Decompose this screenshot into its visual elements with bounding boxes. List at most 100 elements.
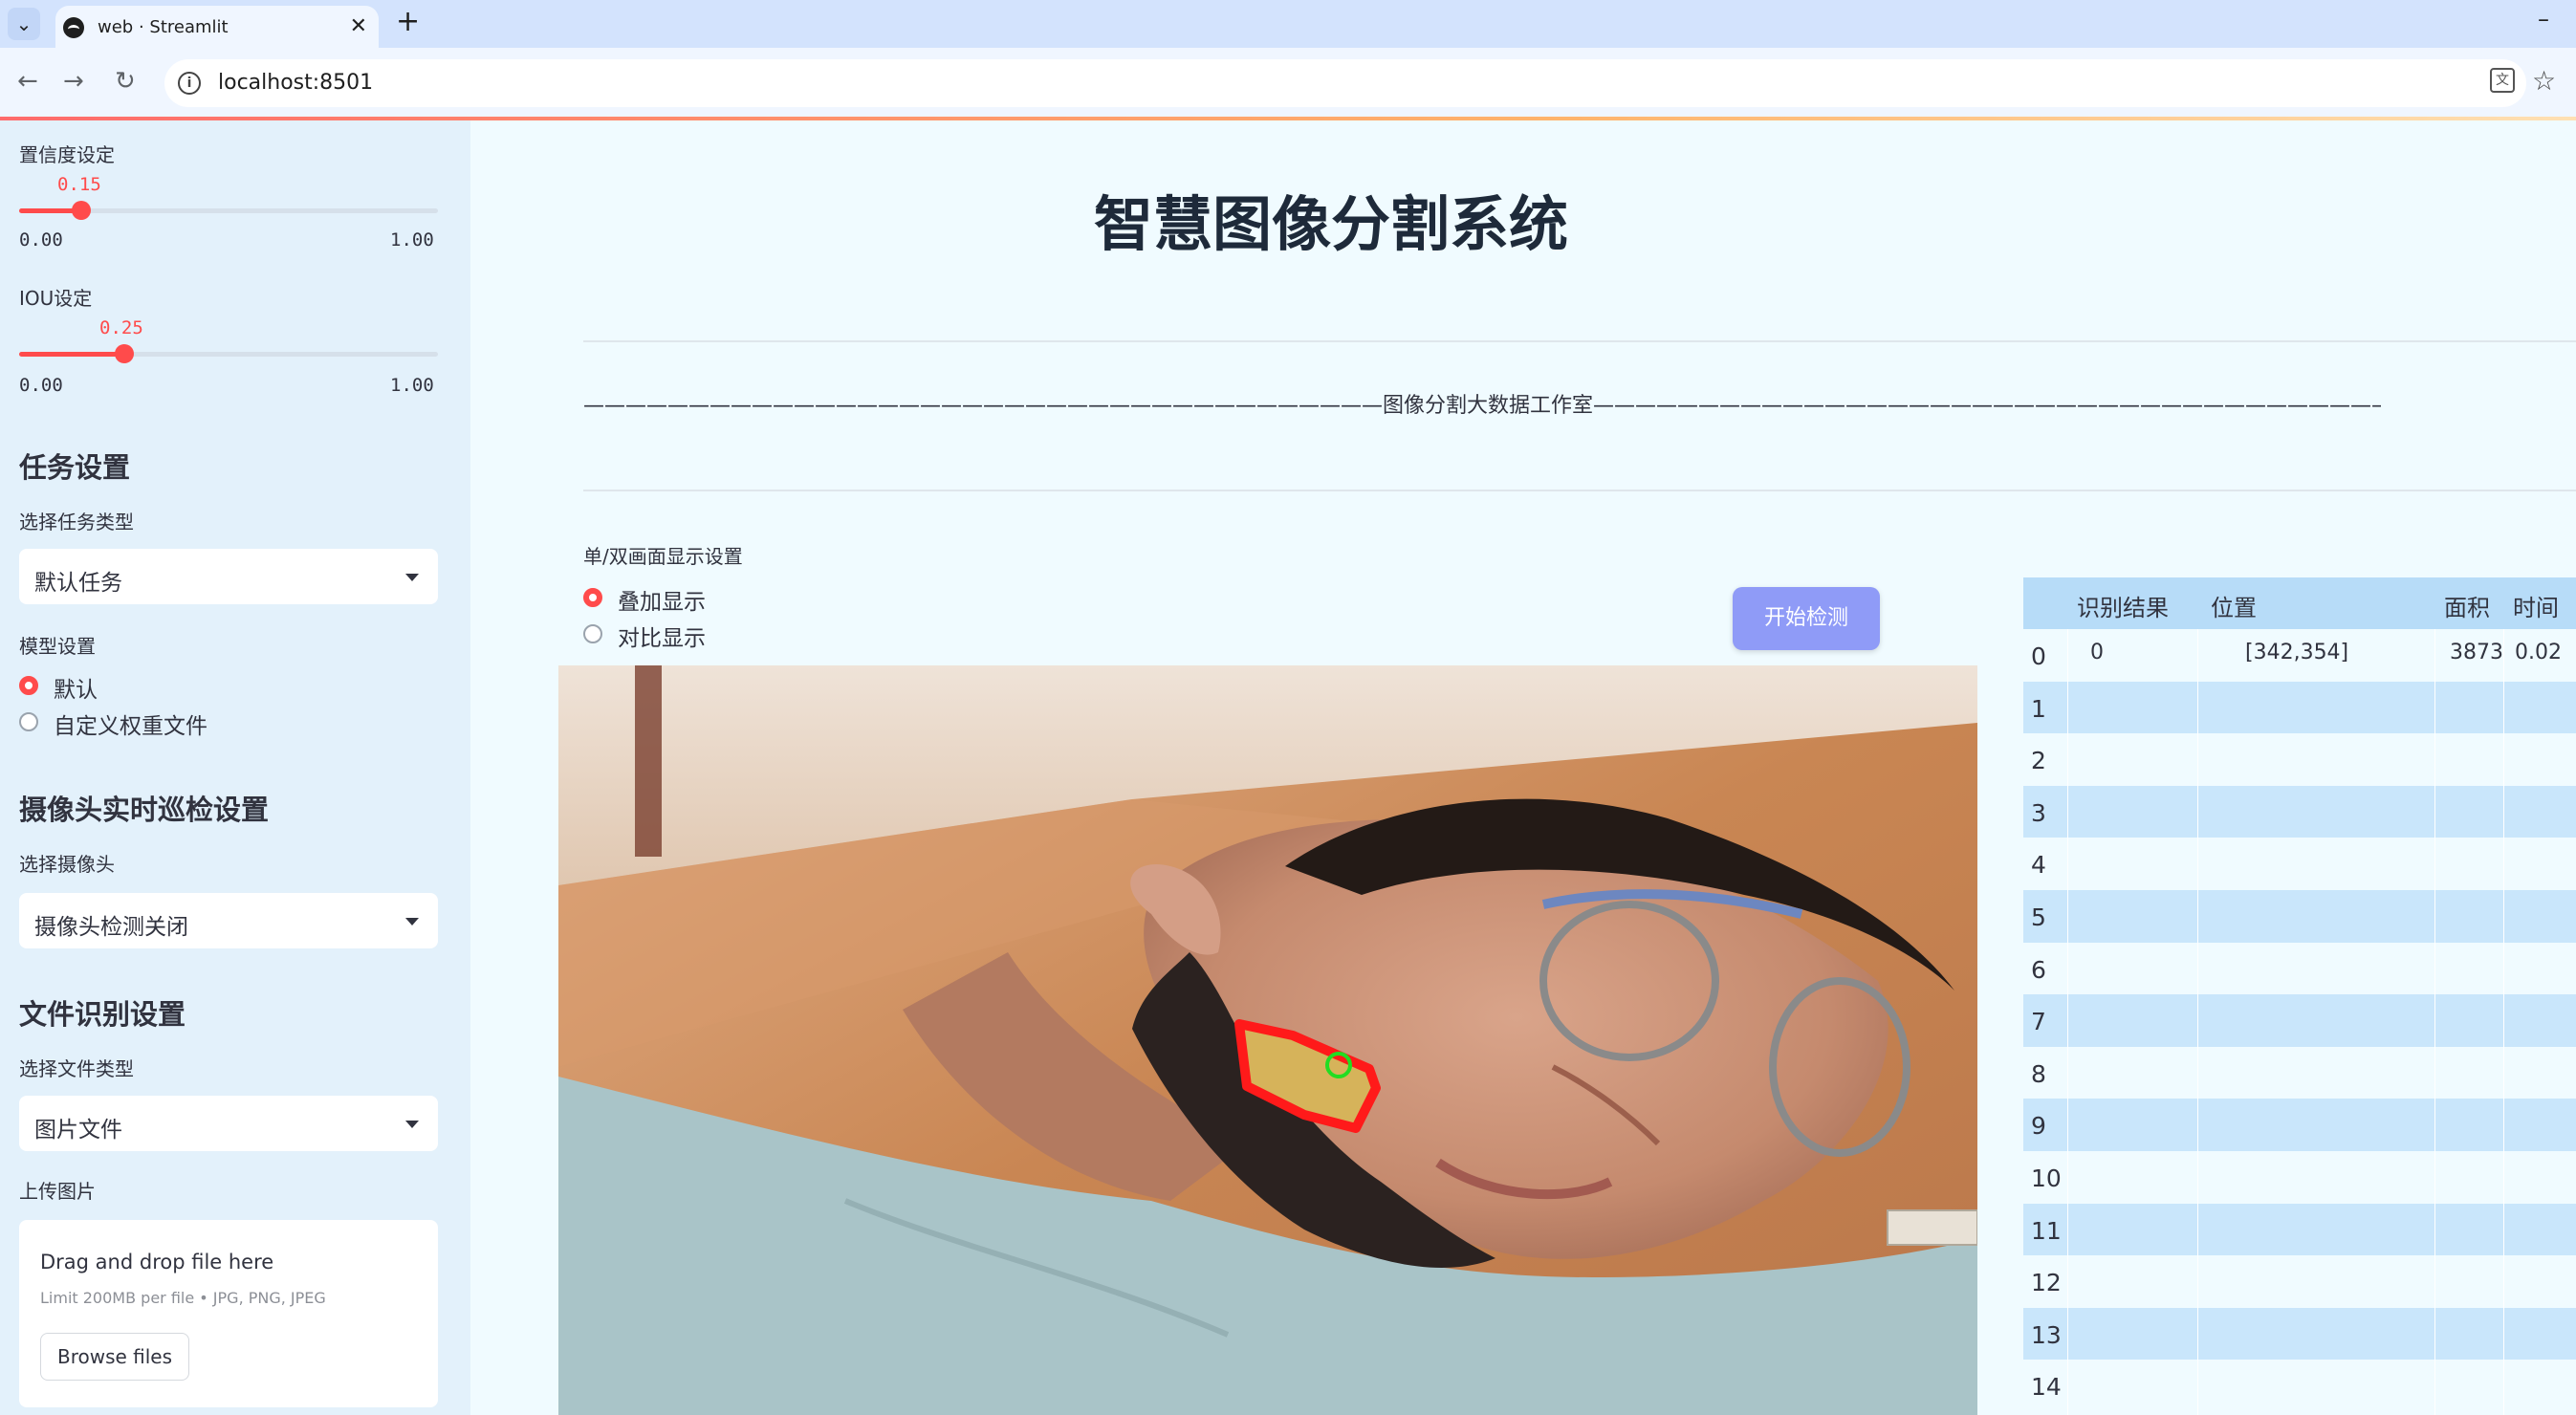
url-text[interactable]: localhost:8501 [218, 71, 373, 95]
address-bar[interactable]: i localhost:8501 [164, 59, 2526, 107]
confidence-slider[interactable] [19, 201, 438, 220]
start-detection-button[interactable]: 开始检测 [1733, 587, 1880, 650]
browser-toolbar: ← → ↻ i localhost:8501 [0, 48, 2576, 117]
file-type-selected: 图片文件 [34, 1118, 122, 1143]
browse-files-button[interactable]: Browse files [40, 1333, 189, 1381]
table-row[interactable]: 4 [2023, 838, 2576, 891]
column-divider [2503, 629, 2504, 1415]
chevron-down-icon [405, 918, 419, 925]
sidebar: 置信度设定 0.15 0.00 1.00 IOU设定 0.25 0.00 1.0… [0, 120, 470, 1415]
confidence-slider-thumb[interactable] [72, 201, 91, 220]
table-row[interactable]: 6 [2023, 942, 2576, 995]
display-option-label: 叠加显示 [618, 590, 706, 615]
cell-result: 0 [2090, 641, 2104, 664]
row-index: 7 [2031, 1008, 2046, 1036]
file-dropzone[interactable]: Drag and drop file here Limit 200MB per … [19, 1220, 438, 1407]
display-option-label: 对比显示 [618, 626, 706, 651]
table-row[interactable]: 3 [2023, 785, 2576, 838]
header-result: 识别结果 [2077, 595, 2169, 621]
streamlit-favicon-icon [63, 17, 84, 38]
main-content: 智慧图像分割系统 ———————————————————————————————… [470, 120, 2576, 1415]
cell-position: [342,354] [2245, 641, 2349, 664]
task-type-select[interactable]: 默认任务 [19, 549, 438, 604]
iou-slider-fill [19, 352, 124, 357]
row-index: 6 [2031, 955, 2046, 984]
file-settings-heading: 文件识别设置 [19, 998, 186, 1031]
row-index: 2 [2031, 747, 2046, 775]
divider-bottom [583, 490, 2576, 491]
chevron-down-icon [405, 574, 419, 581]
iou-min: 0.00 [19, 375, 63, 396]
confidence-max: 1.00 [390, 229, 434, 250]
table-row[interactable]: 7 [2023, 994, 2576, 1048]
row-index: 13 [2031, 1320, 2062, 1349]
radio-selected[interactable] [583, 588, 602, 607]
segmentation-result-image [558, 665, 1977, 1415]
radio-selected[interactable] [19, 676, 38, 695]
table-row[interactable]: 2 [2023, 733, 2576, 787]
camera-select[interactable]: 摄像头检测关闭 [19, 893, 438, 948]
cell-area: 3873 [2450, 641, 2503, 664]
browser-tab[interactable]: web · Streamlit ✕ [55, 6, 379, 48]
row-index: 8 [2031, 1059, 2046, 1088]
reload-icon[interactable]: ↻ [115, 65, 136, 98]
tab-list-chevron-icon[interactable]: ⌄ [8, 8, 40, 40]
row-index: 11 [2031, 1216, 2062, 1245]
site-info-icon[interactable]: i [178, 72, 201, 95]
segmentation-image-svg [558, 665, 1977, 1415]
new-tab-plus-icon[interactable]: + [396, 8, 420, 36]
column-divider [2434, 629, 2435, 1415]
model-settings-label: 模型设置 [19, 635, 96, 658]
divider-top [583, 340, 2576, 342]
row-index: 9 [2031, 1112, 2046, 1141]
camera-settings-heading: 摄像头实时巡检设置 [19, 794, 270, 826]
camera-select-label: 选择摄像头 [19, 853, 115, 876]
task-type-selected: 默认任务 [34, 571, 122, 596]
table-row[interactable]: 10 [2023, 1151, 2576, 1204]
table-row[interactable]: 1 [2023, 681, 2576, 734]
table-row[interactable]: 9 [2023, 1099, 2576, 1152]
file-type-select[interactable]: 图片文件 [19, 1096, 438, 1151]
radio-unselected[interactable] [19, 712, 38, 731]
translate-icon[interactable]: 文 [2490, 68, 2515, 93]
table-row[interactable]: 8 [2023, 1046, 2576, 1099]
column-divider [2067, 629, 2068, 1415]
table-row[interactable]: 12 [2023, 1255, 2576, 1309]
results-table[interactable]: 0 0 [342,354] 3873 0.02 1 2 3 4 5 6 7 8 9 10 11 12 13 14 识… [2023, 577, 2576, 1415]
table-row[interactable]: 0 0 [342,354] 3873 0.02 [2023, 629, 2576, 682]
row-index: 10 [2031, 1165, 2062, 1192]
browser-tab-bar: ⌄ web · Streamlit ✕ + – [0, 0, 2576, 48]
tab-title: web · Streamlit [98, 17, 229, 37]
forward-arrow-icon[interactable]: → [63, 65, 84, 98]
back-arrow-icon[interactable]: ← [17, 65, 38, 98]
confidence-value: 0.15 [57, 174, 101, 195]
dropzone-limit: Limit 200MB per file • JPG, PNG, JPEG [40, 1289, 326, 1307]
row-index: 4 [2031, 851, 2046, 880]
upload-label: 上传图片 [19, 1180, 96, 1203]
studio-subtitle: ——————————————————————————————————————图像… [583, 394, 2381, 418]
row-index: 0 [2031, 642, 2046, 670]
model-option-label: 自定义权重文件 [54, 714, 207, 739]
table-row[interactable]: 13 [2023, 1307, 2576, 1361]
iou-slider[interactable] [19, 344, 438, 363]
iou-value: 0.25 [99, 317, 143, 338]
display-settings-label: 单/双画面显示设置 [583, 545, 743, 568]
camera-selected: 摄像头检测关闭 [34, 915, 188, 940]
row-index: 1 [2031, 694, 2046, 723]
table-row[interactable]: 5 [2023, 890, 2576, 943]
table-row[interactable]: 11 [2023, 1203, 2576, 1256]
minimize-window-icon[interactable]: – [2538, 6, 2549, 33]
model-option-label: 默认 [54, 678, 98, 703]
table-row[interactable]: 14 [2023, 1360, 2576, 1413]
bookmark-star-icon[interactable]: ☆ [2532, 65, 2556, 97]
header-area: 面积 [2444, 595, 2490, 621]
page-title: 智慧图像分割系统 [1093, 189, 1568, 259]
iou-slider-thumb[interactable] [115, 344, 134, 363]
file-type-label: 选择文件类型 [19, 1057, 134, 1080]
close-tab-icon[interactable]: ✕ [350, 14, 367, 38]
row-index: 14 [2031, 1373, 2062, 1402]
radio-unselected[interactable] [583, 624, 602, 643]
cell-time: 0.02 [2515, 641, 2562, 664]
iou-max: 1.00 [390, 375, 434, 396]
confidence-min: 0.00 [19, 229, 63, 250]
